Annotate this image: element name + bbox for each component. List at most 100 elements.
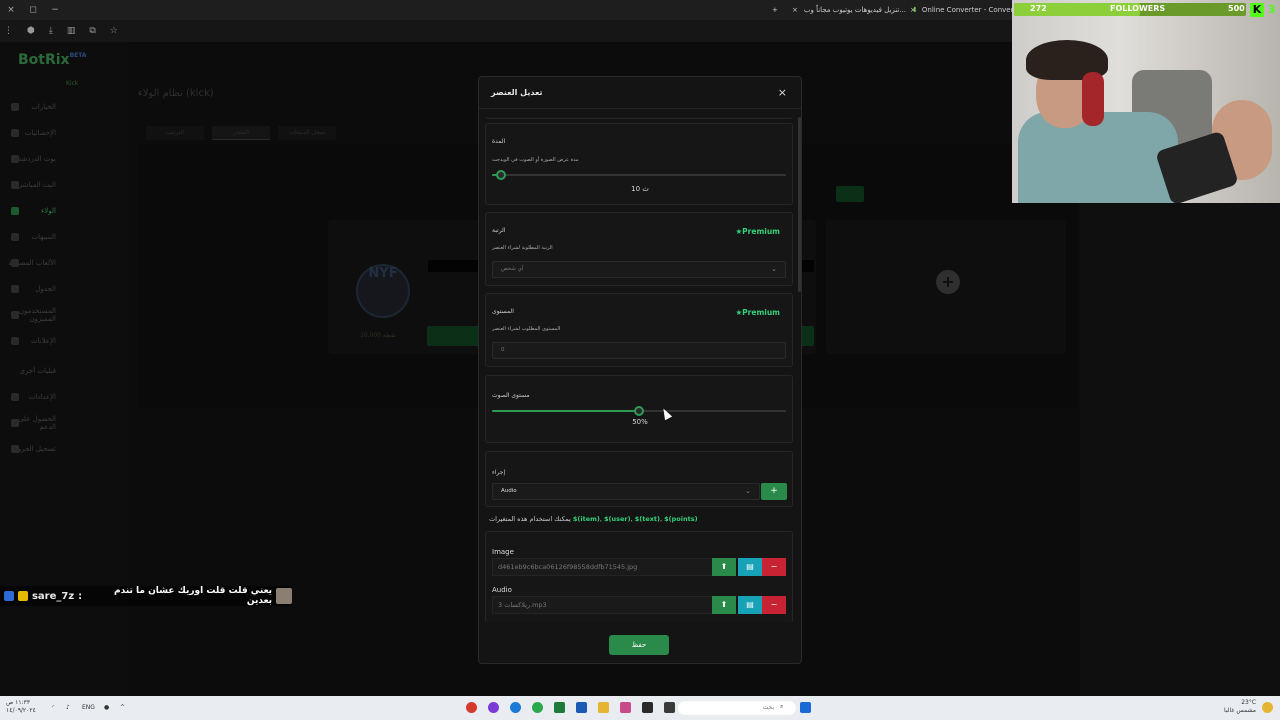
sidebar-item[interactable]: بوت الدردشة bbox=[0, 152, 128, 166]
close-icon[interactable]: × bbox=[778, 86, 787, 99]
gallery-icon[interactable]: ▤ bbox=[738, 558, 762, 576]
search-input[interactable]: بحث bbox=[678, 701, 796, 715]
platform-label: Kick bbox=[66, 80, 79, 87]
wifi-icon[interactable]: ◜ bbox=[52, 704, 54, 711]
nav-icon bbox=[11, 103, 19, 111]
section-partial bbox=[485, 117, 793, 119]
tab-close-icon[interactable]: × bbox=[910, 6, 916, 14]
close-window-icon[interactable]: × bbox=[0, 5, 22, 15]
sidebar-item[interactable]: تسجيل الخروج bbox=[0, 442, 128, 456]
botrix-logo: BotRixBETA bbox=[18, 52, 87, 68]
minimize-window-icon[interactable]: − bbox=[44, 5, 66, 15]
sidebar-item[interactable]: المستخدمون المميزون bbox=[0, 307, 128, 323]
app-icon[interactable] bbox=[488, 702, 499, 713]
variable: $(user) bbox=[604, 515, 631, 523]
edge-icon[interactable] bbox=[510, 702, 521, 713]
screenshot-icon[interactable]: ⧉ bbox=[89, 26, 95, 36]
webcam-overlay bbox=[1012, 0, 1280, 203]
nav-icon bbox=[11, 337, 19, 345]
chevron-up-icon[interactable]: ^ bbox=[120, 704, 125, 711]
duration-slider-handle[interactable] bbox=[496, 170, 506, 180]
sidebar-item[interactable]: الإحصائيات bbox=[0, 126, 128, 140]
bookmark-star-icon[interactable]: ☆ bbox=[110, 26, 118, 36]
badge-icon bbox=[4, 591, 14, 601]
modal-title: تعديل العنصر bbox=[491, 88, 543, 97]
microphone-tray-icon[interactable]: ● bbox=[104, 704, 109, 711]
level-input[interactable]: 0 bbox=[492, 342, 786, 359]
sidebar-item[interactable]: الألعاب المصغرة bbox=[0, 256, 128, 270]
tab-close-icon[interactable]: × bbox=[792, 6, 798, 14]
volume-icon[interactable]: ♪ bbox=[66, 704, 70, 711]
avatar bbox=[276, 588, 293, 604]
level-label: المستوى bbox=[492, 308, 514, 315]
volume-slider-handle[interactable] bbox=[634, 406, 644, 416]
folder-icon[interactable] bbox=[598, 702, 609, 713]
nav-icon bbox=[11, 207, 19, 215]
volume-label: مستوى الصوت bbox=[492, 392, 530, 399]
crown-icon bbox=[17, 591, 28, 601]
edit-item-modal: تعديل العنصر × المدة مدة عرض الصورة أو ا… bbox=[478, 76, 802, 664]
sidebar-icon[interactable]: ▥ bbox=[67, 26, 76, 36]
nav-icon bbox=[11, 129, 19, 137]
modal-header: تعديل العنصر × bbox=[479, 77, 801, 109]
action-section: إجراء Audio ⌄ + bbox=[485, 451, 793, 507]
nav-icon bbox=[11, 181, 19, 189]
menu-icon[interactable]: ⋮ bbox=[4, 26, 13, 36]
image-filename-field[interactable]: d461eb9c6bca06126f98558ddfb71545.jpg bbox=[492, 558, 714, 576]
extension-icon[interactable]: ⬢ bbox=[27, 26, 35, 36]
duration-label: المدة bbox=[492, 138, 506, 145]
app-icon[interactable] bbox=[466, 702, 477, 713]
duration-slider-track[interactable] bbox=[492, 174, 786, 176]
sidebar-item-loyalty[interactable]: الولاء bbox=[0, 204, 128, 218]
gallery-icon[interactable]: ▤ bbox=[738, 596, 762, 614]
app-icon[interactable] bbox=[620, 702, 631, 713]
add-action-button[interactable]: + bbox=[761, 483, 787, 500]
variable: $(text) bbox=[634, 515, 661, 523]
language-indicator[interactable]: ENG bbox=[82, 704, 95, 711]
volume-section: مستوى الصوت 50% bbox=[485, 375, 793, 443]
restore-window-icon[interactable]: ◻ bbox=[22, 5, 44, 15]
browser-tab[interactable]: × تنزيل فيديوهات يوتيوب مجاناً وب... ⬇ bbox=[792, 3, 918, 17]
nav-icon bbox=[11, 445, 19, 453]
clock[interactable]: ١١:٣٣ ص ١٤/٠٩/٢٠٢٤ bbox=[6, 699, 36, 715]
variables-hint: يمكنك استخدام هذه المتغيرات $(item), $(u… bbox=[489, 515, 698, 523]
chat-message: يعني قلت قلت اوريك عشان ما تندم بعدين bbox=[114, 586, 273, 606]
followers-goal-bar: 272 FOLLOWERS 500 bbox=[1014, 3, 1246, 16]
sidebar-item[interactable]: التنبيهات bbox=[0, 230, 128, 244]
rank-section: الرتبة ★Premium الرتبة المطلوبة لشراء ال… bbox=[485, 212, 793, 286]
nav-icon bbox=[11, 311, 19, 319]
premium-badge: ★Premium bbox=[735, 308, 780, 317]
action-select[interactable]: Audio ⌄ bbox=[492, 483, 760, 500]
chevron-down-icon: ⌄ bbox=[771, 265, 777, 273]
windows-start-icon[interactable] bbox=[800, 702, 811, 713]
sidebar-item[interactable]: البث المباشر bbox=[0, 178, 128, 192]
store-icon[interactable] bbox=[576, 702, 587, 713]
remove-image-button[interactable]: − bbox=[762, 558, 786, 576]
volume-slider-fill bbox=[492, 410, 639, 412]
weather-widget[interactable]: 23°C مشمس غالبا bbox=[1224, 699, 1256, 715]
sidebar-item[interactable]: الإعلانات bbox=[0, 334, 128, 348]
download-icon[interactable]: ⤓ bbox=[49, 26, 53, 36]
followers-label: FOLLOWERS bbox=[1110, 4, 1166, 13]
xbox-icon[interactable] bbox=[554, 702, 565, 713]
modal-scrollbar[interactable] bbox=[798, 117, 801, 292]
sidebar-item[interactable]: الخيارات bbox=[0, 100, 128, 114]
followers-current: 272 bbox=[1030, 4, 1047, 13]
remove-audio-button[interactable]: − bbox=[762, 596, 786, 614]
image-label: Image bbox=[492, 548, 514, 556]
new-tab-button[interactable]: + bbox=[772, 3, 778, 17]
chrome-icon[interactable] bbox=[532, 702, 543, 713]
upload-icon[interactable]: ⬆ bbox=[712, 558, 736, 576]
sidebar-item[interactable]: الحصول على الدعم bbox=[0, 415, 128, 431]
modal-body: المدة مدة عرض الصورة أو الصوت في الويدجت… bbox=[485, 117, 795, 622]
rank-select[interactable]: أي شخص ⌄ bbox=[492, 261, 786, 278]
chat-username: sare_7z bbox=[31, 590, 75, 602]
sidebar-item[interactable]: الإعدادات bbox=[0, 390, 128, 404]
audio-filename-field[interactable]: ريلاكسات 3.mp3 bbox=[492, 596, 714, 614]
task-view-icon[interactable] bbox=[664, 702, 675, 713]
app-icon[interactable] bbox=[642, 702, 653, 713]
sidebar-item[interactable]: الجدول bbox=[0, 282, 128, 296]
save-button[interactable]: حفظ bbox=[609, 635, 669, 655]
headset-icon bbox=[1082, 72, 1104, 126]
upload-icon[interactable]: ⬆ bbox=[712, 596, 736, 614]
